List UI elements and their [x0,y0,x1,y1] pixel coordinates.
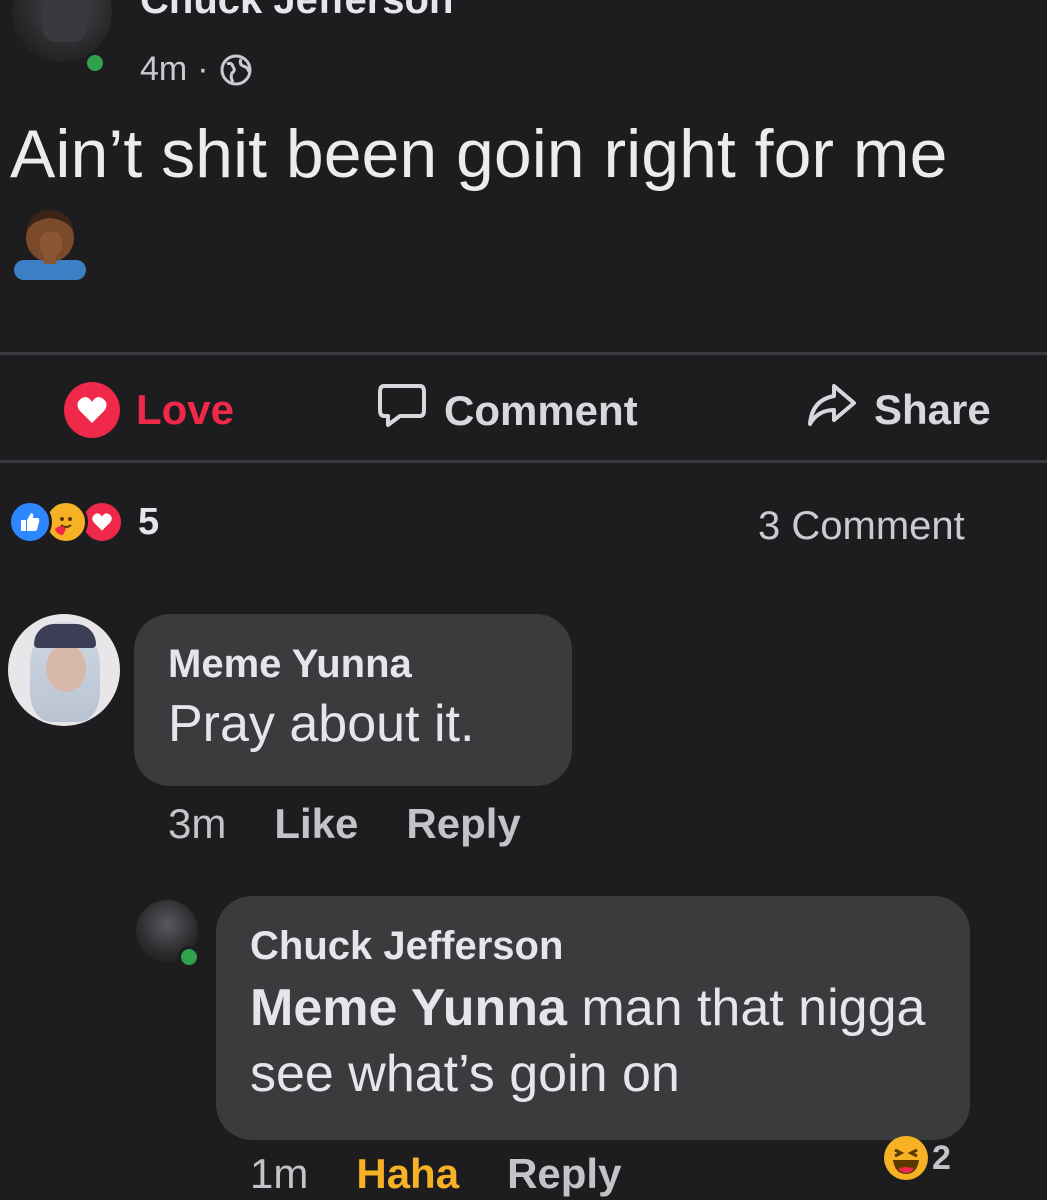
post-body: Ain’t shit been goin right for me [10,116,948,192]
share-button[interactable]: Share [806,382,991,438]
reply-haha-button[interactable]: Haha [356,1150,459,1198]
globe-icon [219,53,253,87]
reply-mention-link[interactable]: Meme Yunna [250,979,567,1037]
like-icon [8,500,52,544]
reply-reaction-count: 2 [932,1138,951,1177]
reply-author-name[interactable]: Chuck Jefferson [250,924,936,969]
comment-count-link[interactable]: 3 Comment [758,504,965,549]
love-button[interactable]: Love [64,382,234,438]
divider-bottom [0,460,1047,463]
comment-like-button[interactable]: Like [274,800,358,848]
post-author-name[interactable]: Chuck Jefferson [140,0,453,23]
haha-icon [884,1136,928,1180]
speech-bubble-icon [376,382,428,440]
reply-reaction-summary[interactable]: 2 [884,1136,951,1180]
comment-label: Comment [444,387,638,434]
reply-bubble: Chuck Jefferson Meme Yunna man that nigg… [216,896,970,1140]
online-status-dot [84,52,106,74]
meta-separator: · [197,50,209,88]
post-time[interactable]: 4m [140,50,187,89]
comment-actions: 3m Like Reply [168,800,521,848]
comment-author-avatar[interactable] [8,614,120,726]
reply-time[interactable]: 1m [250,1150,308,1198]
comment-author-name[interactable]: Meme Yunna [168,642,538,687]
share-label: Share [874,386,991,433]
post-meta: 4m · [140,50,253,89]
comment-time[interactable]: 3m [168,800,226,848]
comment-bubble: Meme Yunna Pray about it. [134,614,572,786]
reply-actions: 1m Haha Reply [250,1150,621,1198]
reply-reply-button[interactable]: Reply [507,1150,621,1198]
reply-online-dot [178,946,200,968]
comment-text: Pray about it. [168,695,475,753]
share-arrow-icon [806,382,858,438]
reply-text: Meme Yunna man that nigga see what’s goi… [250,975,936,1107]
reaction-count: 5 [138,500,160,543]
comment-reply-button[interactable]: Reply [406,800,520,848]
facepalm-emoji-icon [10,196,90,280]
love-label: Love [136,386,235,433]
divider-top [0,352,1047,355]
heart-icon [64,382,120,438]
post-text: Ain’t shit been goin right for me [10,112,1010,280]
reactions-summary[interactable]: 5 [8,500,159,544]
comment-button[interactable]: Comment [376,382,638,440]
